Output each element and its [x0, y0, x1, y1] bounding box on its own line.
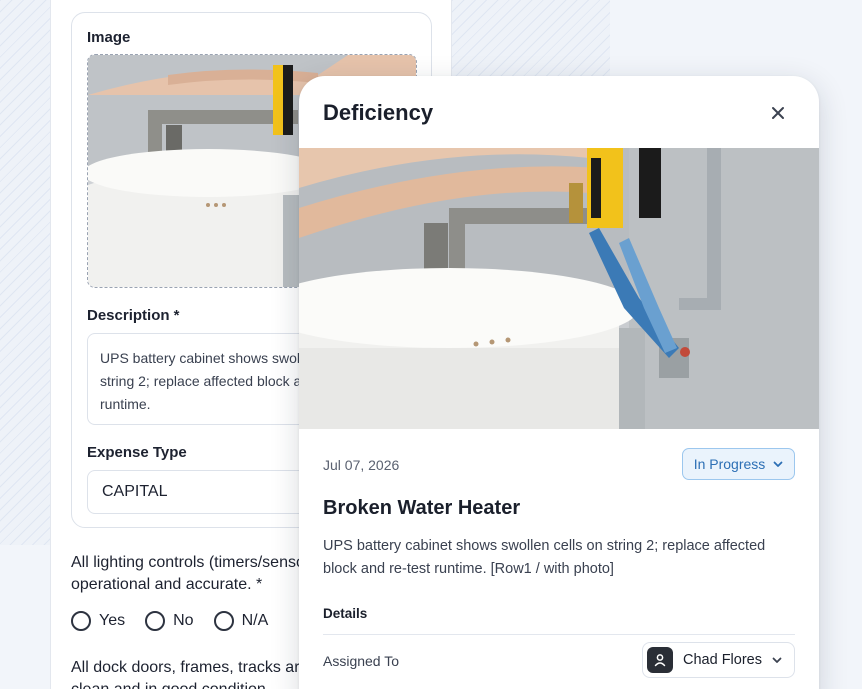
- expense-type-label: Expense Type: [87, 444, 187, 461]
- option-na[interactable]: N/A: [213, 611, 269, 631]
- chevron-down-icon: [773, 461, 783, 467]
- radio-unchecked-icon[interactable]: [71, 611, 91, 631]
- assignee-name: Chad Flores: [683, 652, 762, 668]
- radio-unchecked-icon[interactable]: [145, 611, 166, 631]
- option-yes[interactable]: Yes: [71, 611, 125, 631]
- lighting-controls-options: Yes No N/A: [71, 611, 268, 631]
- option-no-label: No: [173, 612, 194, 629]
- deficiency-description: UPS battery cabinet shows swollen cells …: [323, 538, 766, 577]
- description-label: Description *: [87, 307, 180, 324]
- deficiency-photo: [299, 148, 819, 429]
- option-yes-label: Yes: [99, 612, 126, 629]
- decorative-hatch-right: [452, 0, 610, 78]
- close-button[interactable]: [765, 100, 791, 126]
- deficiency-date: Jul 07, 2026: [323, 457, 400, 473]
- decorative-hatch-left: [0, 0, 50, 545]
- deficiency-title: Broken Water Heater: [323, 497, 521, 519]
- details-divider: [323, 634, 795, 635]
- avatar: [647, 647, 673, 673]
- status-label: In Progress: [693, 456, 766, 472]
- close-icon: [772, 107, 784, 119]
- radio-unchecked-icon[interactable]: [213, 611, 234, 631]
- option-no[interactable]: No: [145, 611, 194, 631]
- option-na-label: N/A: [241, 612, 269, 629]
- water-heater-photo: [299, 148, 819, 429]
- deficiency-modal: Deficiency Jul 07, 2026 In Progress Brok…: [299, 76, 819, 689]
- image-label: Image: [87, 29, 131, 46]
- chevron-down-icon: [772, 657, 782, 663]
- user-icon: [654, 654, 666, 667]
- status-dropdown[interactable]: In Progress: [682, 448, 795, 480]
- assignee-select[interactable]: Chad Flores: [642, 642, 795, 678]
- assigned-to-label: Assigned To: [323, 653, 400, 669]
- details-heading: Details: [323, 606, 368, 621]
- modal-title: Deficiency: [323, 100, 434, 125]
